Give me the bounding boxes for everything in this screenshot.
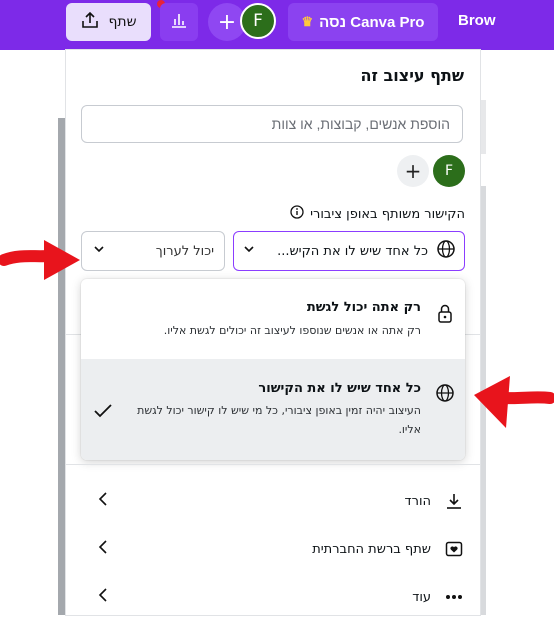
download-row[interactable]: הורד: [81, 481, 465, 521]
share-panel-title: שתף עיצוב זה: [360, 66, 464, 85]
link-access-dropdown[interactable]: כל אחד שיש לו את הקיש...: [233, 231, 465, 271]
link-status: הקישור משותף באופן ציבורי: [290, 205, 465, 223]
add-people-placeholder: הוספת אנשים, קבוצות, או צוות: [271, 116, 450, 132]
globe-icon: [436, 239, 456, 263]
editor-left-area: [0, 50, 66, 615]
link-status-label: הקישור משותף באופן ציבורי: [310, 206, 465, 222]
share-social-row[interactable]: שתף ברשת החברתית: [81, 529, 465, 569]
info-icon[interactable]: [290, 205, 304, 223]
bar-chart-icon: [169, 10, 189, 34]
upload-icon: [80, 10, 100, 34]
chevron-left-icon: [97, 539, 109, 559]
access-menu: רק אתה יכול לגשת רק אתה או אנשים שנוספו …: [81, 279, 465, 460]
chevron-down-icon: [92, 242, 106, 260]
access-option-restricted[interactable]: רק אתה יכול לגשת רק אתה או אנשים שנוספו …: [81, 279, 465, 359]
download-label: הורד: [404, 493, 431, 509]
access-option-description: רק אתה או אנשים שנוספו לעיצוב זה יכולים …: [163, 324, 421, 337]
browse-link[interactable]: Brow: [458, 12, 496, 29]
collaborator-avatar[interactable]: F: [433, 155, 465, 187]
divider: [66, 464, 480, 465]
access-option-title: כל אחד שיש לו את הקישור: [258, 381, 421, 396]
try-canva-pro-label: נסה Canva Pro: [319, 13, 425, 31]
chevron-down-icon: [242, 242, 256, 260]
user-avatar[interactable]: F: [240, 3, 276, 39]
collaborator-initial: F: [444, 163, 454, 179]
crown-icon: ♛: [301, 14, 314, 29]
plus-icon: +: [404, 159, 422, 183]
more-icon: [443, 593, 465, 601]
add-people-input[interactable]: הוספת אנשים, קבוצות, או צוות: [81, 105, 463, 143]
more-label: עוד: [412, 589, 431, 605]
share-button[interactable]: שתף: [66, 3, 151, 41]
access-option-title: רק אתה יכול לגשת: [306, 300, 421, 315]
access-option-description: העיצוב יהיה זמין באופן ציבורי, כל מי שיש…: [137, 404, 421, 436]
permission-dropdown[interactable]: יכול לערוך: [81, 231, 225, 271]
share-social-label: שתף ברשת החברתית: [312, 541, 431, 557]
annotation-arrow-right: [470, 370, 554, 438]
insights-button[interactable]: [160, 3, 198, 41]
globe-icon: [435, 383, 455, 407]
avatar-initial: F: [253, 11, 263, 31]
add-collaborator-button[interactable]: +: [397, 155, 429, 187]
chevron-left-icon: [97, 491, 109, 511]
plus-icon: +: [217, 9, 237, 35]
editor-scrollbar[interactable]: [58, 118, 66, 615]
editor-right-strip-top: [480, 100, 486, 154]
link-access-value: כל אחד שיש לו את הקיש...: [277, 243, 428, 259]
share-button-label: שתף: [108, 14, 137, 30]
download-icon: [443, 491, 465, 511]
more-row[interactable]: עוד: [81, 577, 465, 617]
access-option-anyone-with-link[interactable]: כל אחד שיש לו את הקישור העיצוב יהיה זמין…: [81, 359, 465, 460]
heart-icon: [443, 539, 465, 559]
permission-value: יכול לערוך: [155, 243, 214, 259]
annotation-arrow-left: [0, 236, 82, 288]
checkmark-icon: [93, 403, 113, 423]
chevron-left-icon: [97, 587, 109, 607]
try-canva-pro-button[interactable]: ♛ נסה Canva Pro: [288, 3, 438, 41]
lock-icon: [435, 302, 455, 328]
